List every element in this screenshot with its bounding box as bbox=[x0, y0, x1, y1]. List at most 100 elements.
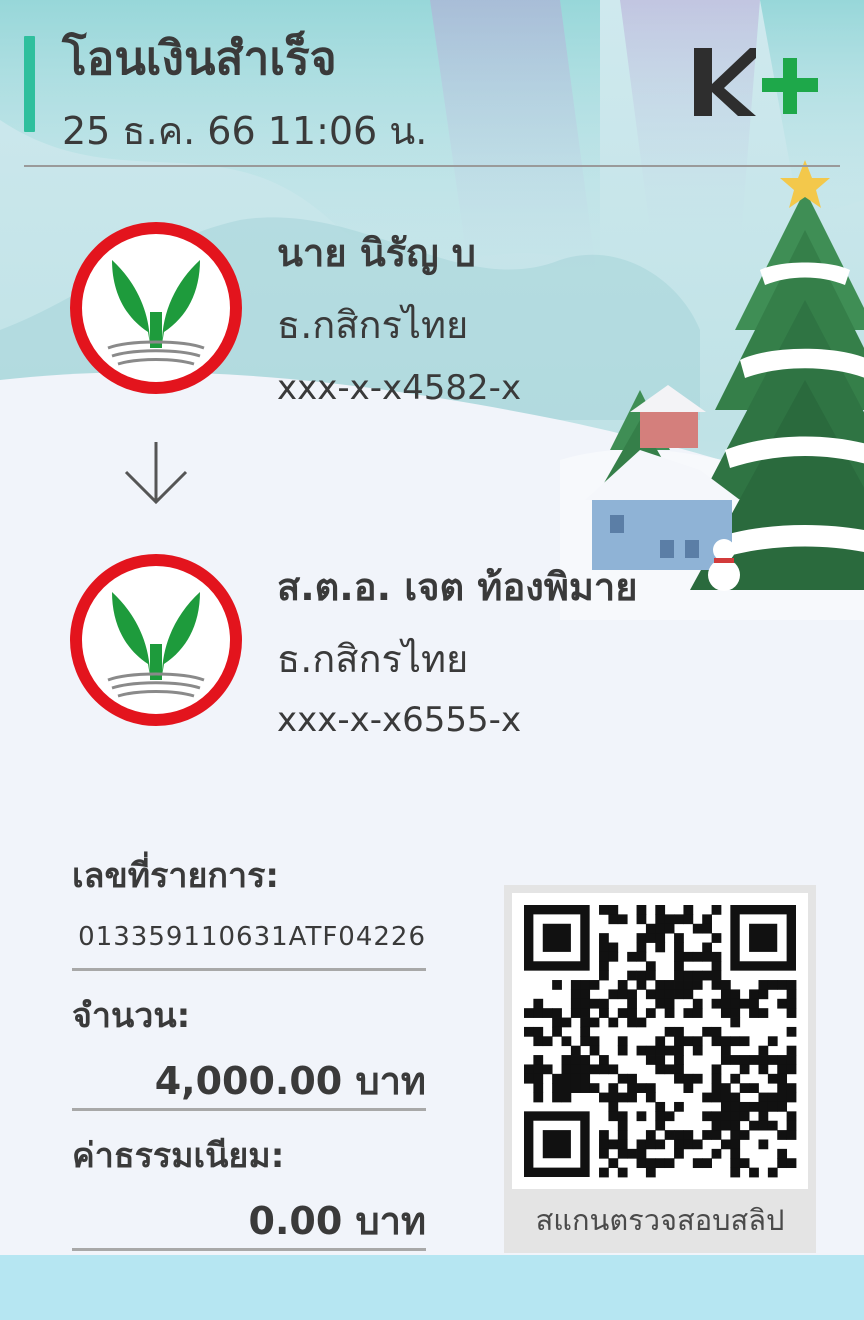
qr-module bbox=[739, 998, 750, 1009]
qr-module bbox=[711, 980, 722, 990]
qr-module bbox=[739, 1036, 750, 1047]
qr-module bbox=[655, 1101, 666, 1112]
qr-module bbox=[692, 1073, 703, 1084]
qr-module bbox=[561, 1064, 572, 1075]
qr-module bbox=[561, 1083, 572, 1093]
qr-module bbox=[533, 1055, 544, 1065]
qr-module bbox=[552, 1026, 562, 1037]
qr-module bbox=[636, 1158, 647, 1169]
qr-module bbox=[645, 923, 656, 934]
transaction-datetime: 25 ธ.ค. 66 11:06 น. bbox=[62, 109, 428, 153]
qr-module bbox=[636, 970, 647, 981]
qr-module bbox=[711, 1036, 722, 1047]
qr-module bbox=[608, 914, 619, 925]
qr-module bbox=[524, 1008, 534, 1018]
qr-module bbox=[683, 1130, 694, 1140]
qr-module bbox=[570, 1008, 581, 1018]
qr-module bbox=[767, 1120, 778, 1131]
qr-module bbox=[542, 1064, 553, 1075]
qr-module bbox=[655, 1120, 666, 1131]
qr-module bbox=[739, 1064, 750, 1075]
qr-module bbox=[524, 1073, 534, 1084]
qr-module bbox=[674, 1036, 684, 1047]
qr-module bbox=[777, 1064, 788, 1075]
qr-module bbox=[589, 1017, 600, 1028]
qr-module bbox=[674, 970, 684, 981]
qr-module bbox=[683, 951, 694, 962]
qr-module bbox=[645, 970, 656, 981]
qr-module bbox=[608, 1111, 619, 1122]
qr-module bbox=[720, 1111, 731, 1122]
qr-module bbox=[683, 970, 694, 981]
sender-account: xxx-x-x4582-x bbox=[277, 368, 522, 408]
qr-module bbox=[636, 1139, 647, 1150]
qr-module bbox=[655, 1045, 666, 1056]
qr-module bbox=[599, 961, 609, 972]
qr-module bbox=[711, 933, 722, 943]
qr-module bbox=[655, 923, 666, 934]
qr-module bbox=[692, 1158, 703, 1169]
qr-module bbox=[777, 1101, 788, 1112]
qr-module bbox=[608, 905, 619, 915]
qr-module bbox=[599, 1167, 609, 1178]
qr-module bbox=[664, 914, 675, 925]
qr-module bbox=[720, 998, 731, 1009]
qr-module bbox=[683, 1139, 694, 1150]
qr-module bbox=[645, 1167, 656, 1178]
qr-module bbox=[655, 1036, 666, 1047]
qr-module bbox=[702, 1111, 712, 1122]
qr-module bbox=[758, 1064, 769, 1075]
qr-module bbox=[767, 1055, 778, 1065]
qr-code[interactable] bbox=[512, 893, 808, 1189]
qr-module bbox=[645, 933, 656, 943]
qr-module bbox=[749, 923, 778, 952]
qr-module bbox=[542, 1008, 553, 1018]
qr-module bbox=[720, 1045, 731, 1056]
qr-module bbox=[580, 1073, 591, 1084]
kplus-logo bbox=[694, 48, 818, 116]
qr-module bbox=[570, 989, 581, 1000]
qr-module bbox=[730, 998, 741, 1009]
qr-module bbox=[674, 1064, 684, 1075]
qr-module bbox=[645, 1158, 656, 1169]
qr-module bbox=[739, 1130, 750, 1140]
qr-module bbox=[636, 1111, 647, 1122]
qr-module bbox=[730, 1101, 741, 1112]
qr-module bbox=[739, 1111, 750, 1122]
qr-module bbox=[767, 1101, 778, 1112]
qr-module bbox=[655, 914, 666, 925]
qr-module bbox=[683, 1073, 694, 1084]
qr-module bbox=[580, 1064, 591, 1075]
qr-module bbox=[739, 1055, 750, 1065]
qr-module bbox=[608, 1017, 619, 1028]
qr-module bbox=[617, 1130, 628, 1140]
header-accent-bar bbox=[24, 36, 35, 132]
qr-module bbox=[702, 1026, 712, 1037]
qr-module bbox=[711, 1026, 722, 1037]
qr-module bbox=[711, 1148, 722, 1159]
qr-module bbox=[552, 1008, 562, 1018]
qr-module bbox=[664, 1158, 675, 1169]
qr-module bbox=[777, 980, 788, 990]
qr-module bbox=[608, 1101, 619, 1112]
qr-module bbox=[674, 1101, 684, 1112]
reference-label: เลขที่รายการ: bbox=[72, 856, 279, 896]
qr-module bbox=[730, 1111, 741, 1122]
qr-module bbox=[533, 998, 544, 1009]
qr-module bbox=[627, 951, 637, 962]
qr-module bbox=[749, 1101, 759, 1112]
qr-module bbox=[636, 914, 647, 925]
qr-module bbox=[767, 1073, 778, 1084]
qr-module bbox=[655, 998, 666, 1009]
qr-panel[interactable]: สแกนตรวจสอบสลิป bbox=[504, 885, 816, 1253]
qr-module bbox=[552, 1017, 562, 1028]
qr-module bbox=[552, 1073, 562, 1084]
qr-module bbox=[786, 980, 797, 990]
qr-module bbox=[730, 1073, 741, 1084]
qr-module bbox=[786, 989, 797, 1000]
qr-module bbox=[730, 1017, 741, 1028]
qr-module bbox=[608, 1083, 619, 1093]
qr-module bbox=[524, 1064, 534, 1075]
qr-module bbox=[617, 1167, 628, 1178]
qr-module bbox=[758, 1139, 769, 1150]
